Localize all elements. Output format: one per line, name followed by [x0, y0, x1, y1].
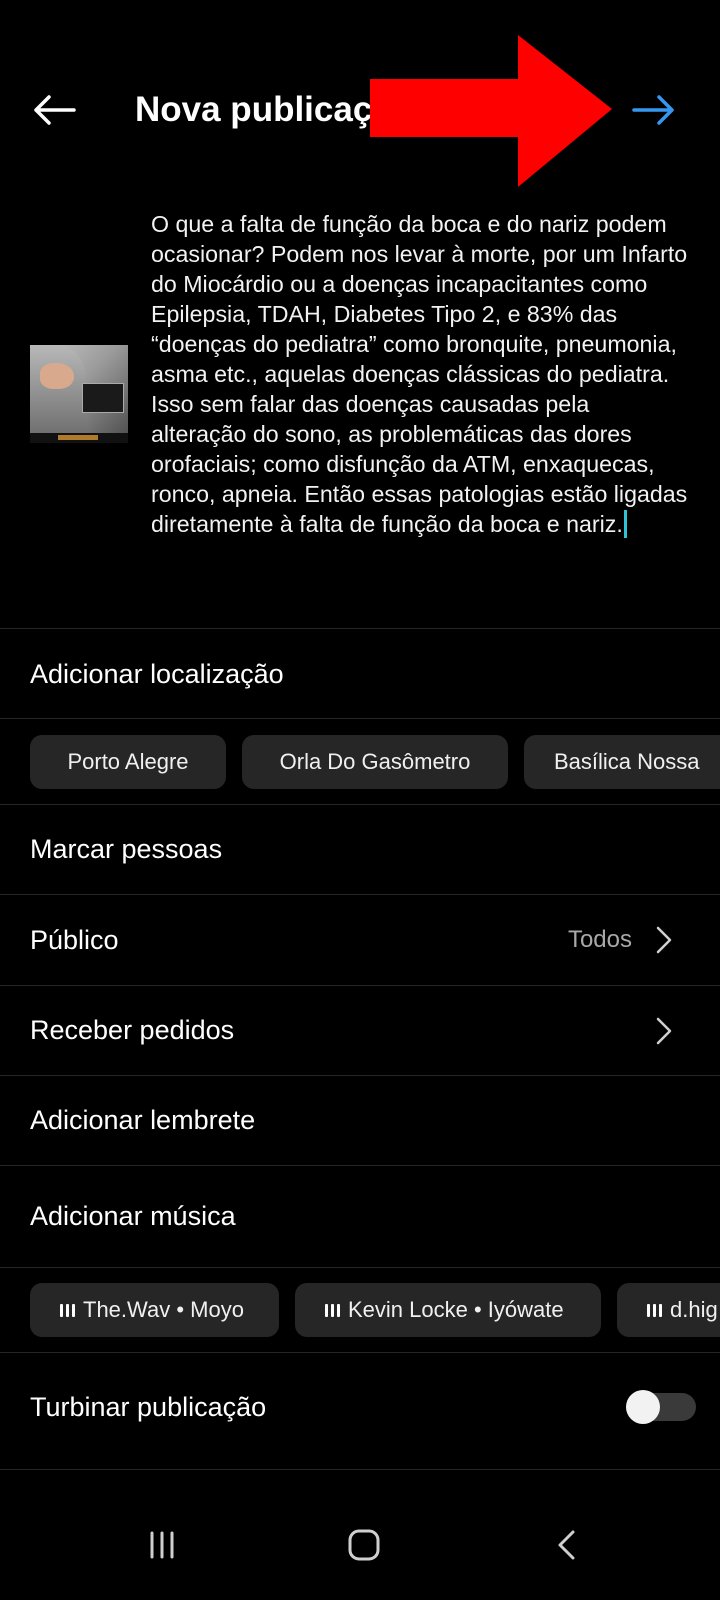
next-button[interactable] [624, 80, 684, 140]
recents-icon [150, 1531, 174, 1559]
recents-button[interactable] [132, 1515, 192, 1575]
boost-post-toggle[interactable] [626, 1390, 696, 1424]
add-reminder-row[interactable]: Adicionar lembrete [0, 1076, 720, 1165]
add-location-row[interactable]: Adicionar localização [0, 630, 720, 718]
boost-post-label: Turbinar publicação [30, 1391, 267, 1422]
arrow-left-icon [34, 95, 76, 125]
location-chip[interactable]: Porto Alegre [30, 735, 226, 789]
divider [0, 628, 720, 629]
back-button[interactable] [24, 80, 84, 140]
music-bars-icon [60, 1303, 75, 1317]
receive-requests-row[interactable]: Receber pedidos [0, 986, 720, 1075]
system-back-button[interactable] [536, 1515, 596, 1575]
boost-post-row: Turbinar publicação [0, 1362, 720, 1452]
caption-input[interactable]: O que a falta de função da boca e do nar… [151, 209, 691, 539]
tag-people-label: Marcar pessoas [30, 834, 223, 864]
caption-text: O que a falta de função da boca e do nar… [151, 211, 688, 537]
chevron-right-icon [652, 1016, 676, 1046]
red-annotation-arrow-icon [370, 35, 612, 187]
music-bars-icon [647, 1303, 662, 1317]
divider [0, 1267, 720, 1268]
music-chip[interactable]: The.Wav • Moyo [30, 1283, 279, 1337]
toggle-knob [626, 1390, 660, 1424]
arrow-right-icon [632, 95, 674, 125]
home-button[interactable] [334, 1515, 394, 1575]
location-chip[interactable]: Orla Do Gasômetro [242, 735, 508, 789]
post-thumbnail[interactable] [30, 345, 128, 443]
home-icon [348, 1529, 380, 1561]
chevron-right-icon [652, 925, 676, 955]
divider [0, 718, 720, 719]
back-icon [558, 1530, 575, 1560]
system-nav-bar [0, 1490, 720, 1600]
audience-value: Todos [567, 926, 632, 953]
music-chip[interactable]: Kevin Locke • Iyówate [295, 1283, 601, 1337]
add-music-row[interactable]: Adicionar música [0, 1166, 720, 1266]
audience-label: Público [30, 924, 119, 955]
add-location-label: Adicionar localização [30, 658, 284, 689]
audience-row[interactable]: Público Todos [0, 895, 720, 985]
music-bars-icon [325, 1303, 340, 1317]
music-chip[interactable]: d.hig [617, 1283, 720, 1337]
location-suggestions: Porto Alegre Orla Do Gasômetro Basílica … [30, 735, 720, 789]
divider [0, 1469, 720, 1470]
location-chip[interactable]: Basílica Nossa [524, 735, 720, 789]
add-reminder-label: Adicionar lembrete [30, 1105, 256, 1135]
add-music-label: Adicionar música [30, 1200, 236, 1231]
music-suggestions: The.Wav • Moyo Kevin Locke • Iyówate d.h… [30, 1283, 720, 1337]
divider [0, 1352, 720, 1353]
tag-people-row[interactable]: Marcar pessoas [0, 805, 720, 894]
text-cursor [623, 510, 627, 538]
receive-requests-label: Receber pedidos [30, 1015, 235, 1045]
